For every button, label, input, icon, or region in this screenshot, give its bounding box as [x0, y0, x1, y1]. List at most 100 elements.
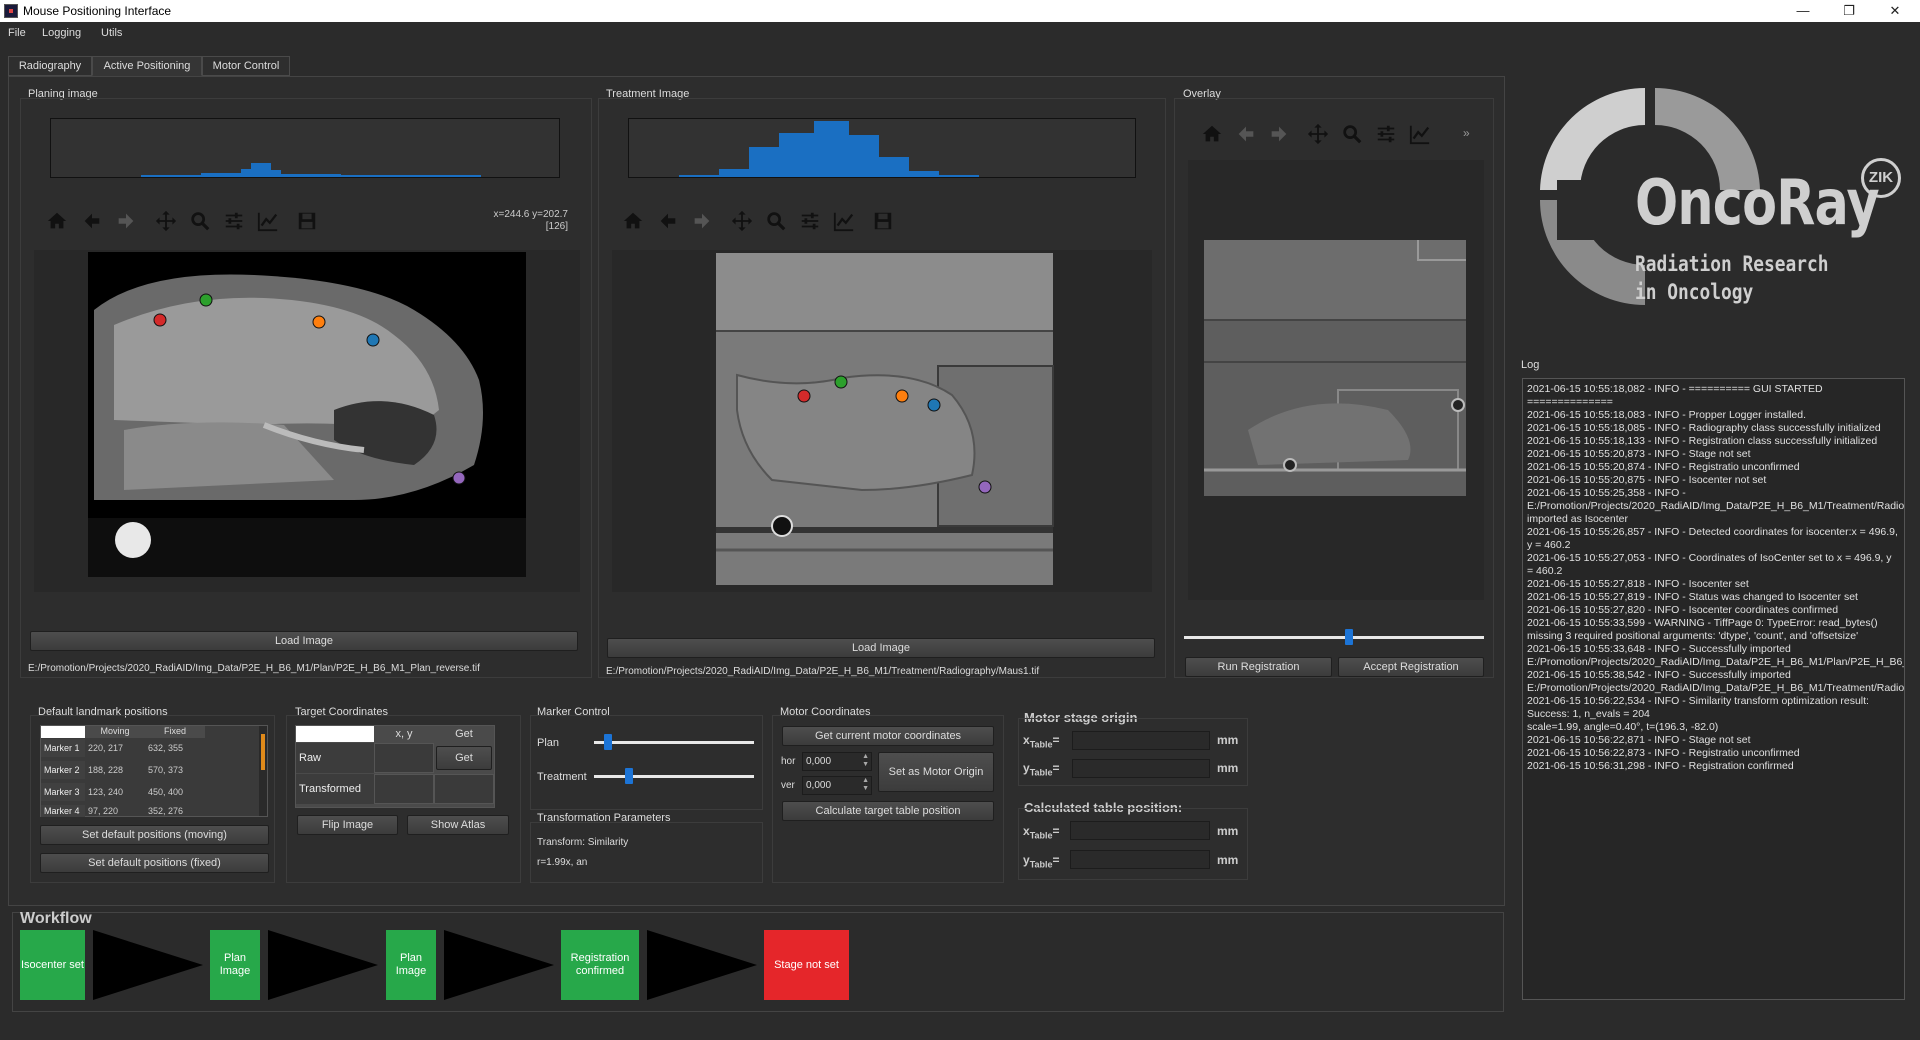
configure-subplots-icon[interactable]: [221, 208, 247, 234]
target-transformed-xy-cell[interactable]: [374, 774, 434, 804]
treatment-load-image-button[interactable]: Load Image: [607, 638, 1155, 658]
calculate-table-position-button[interactable]: Calculate target table position: [782, 801, 994, 821]
planning-load-image-button[interactable]: Load Image: [30, 631, 578, 651]
landmark-fixed-cell[interactable]: 352, 276: [145, 805, 183, 817]
back-icon[interactable]: [655, 208, 681, 234]
pan-icon[interactable]: [153, 208, 179, 234]
treatment-canvas[interactable]: [612, 250, 1152, 592]
overlay-canvas[interactable]: [1188, 160, 1484, 600]
landmark-row-label: Marker 4: [41, 805, 85, 817]
landmark-moving-cell[interactable]: 123, 240: [85, 783, 123, 801]
log-line: 2021-06-15 10:56:22,871 - INFO - Stage n…: [1527, 734, 1751, 746]
landmark-moving-cell[interactable]: 188, 228: [85, 761, 123, 779]
tab-motor-control[interactable]: Motor Control: [202, 56, 290, 76]
target-header-xy: x, y: [374, 726, 434, 742]
log-output[interactable]: 2021-06-15 10:55:18,082 - INFO - =======…: [1522, 378, 1905, 1000]
toolbar-overflow-icon[interactable]: »: [1463, 126, 1470, 140]
zoom-icon[interactable]: [187, 208, 213, 234]
window-titlebar: Mouse Positioning Interface — ❐ ✕: [0, 0, 1920, 22]
back-icon[interactable]: [1233, 121, 1259, 147]
treatment-slider-label: Treatment: [537, 771, 587, 783]
landmark-moving-cell[interactable]: 97, 220: [85, 805, 118, 817]
spin-arrows-icon[interactable]: ▲ ▼: [862, 777, 869, 793]
log-line: 2021-06-15 10:55:27,820 - INFO - Isocent…: [1527, 604, 1839, 616]
minimize-button[interactable]: —: [1780, 0, 1826, 22]
planning-canvas[interactable]: [34, 250, 580, 592]
marker-control-group: [530, 715, 763, 810]
landmark-row-label: Marker 3: [41, 783, 85, 801]
ver-label: ver: [781, 780, 795, 791]
log-line: 2021-06-15 10:55:20,873 - INFO - Stage n…: [1527, 448, 1751, 460]
menu-utils[interactable]: Utils: [101, 27, 122, 39]
y-subscript: Table: [1029, 767, 1053, 778]
forward-icon[interactable]: [113, 208, 139, 234]
target-table[interactable]: x, y Get Raw Get Transformed: [295, 725, 495, 808]
save-icon[interactable]: [870, 208, 896, 234]
overlay-image: [1204, 240, 1466, 496]
flip-image-button[interactable]: Flip Image: [297, 815, 398, 835]
logo-wordmark: OncoRay: [1635, 166, 1880, 239]
stage-origin-y-field[interactable]: [1072, 759, 1210, 778]
plan-marker-slider-handle[interactable]: [604, 734, 613, 750]
show-atlas-button[interactable]: Show Atlas: [407, 815, 509, 835]
target-get-button[interactable]: Get: [436, 746, 492, 770]
landmarks-header-moving: Moving: [85, 726, 145, 738]
pan-icon[interactable]: [729, 208, 755, 234]
landmarks-table[interactable]: Moving Fixed Marker 1 220, 217 632, 355 …: [40, 725, 268, 817]
back-icon[interactable]: [79, 208, 105, 234]
landmark-moving-cell[interactable]: 220, 217: [85, 739, 123, 757]
edit-axis-icon[interactable]: [255, 208, 281, 234]
home-icon[interactable]: [44, 208, 70, 234]
log-label: Log: [1521, 359, 1540, 371]
equals-sign: =: [1052, 761, 1060, 775]
treatment-histogram: [628, 118, 1136, 178]
accept-registration-button[interactable]: Accept Registration: [1338, 657, 1484, 677]
landmarks-scrollbar[interactable]: [259, 726, 267, 816]
edit-axis-icon[interactable]: [1407, 121, 1433, 147]
landmark-fixed-cell[interactable]: 570, 373: [145, 761, 183, 779]
transform-params: r=1.99x, an: [537, 857, 588, 868]
spin-arrows-icon[interactable]: ▲ ▼: [862, 753, 869, 769]
set-default-fixed-button[interactable]: Set default positions (fixed): [40, 853, 269, 873]
maximize-button[interactable]: ❐: [1826, 0, 1872, 22]
configure-subplots-icon[interactable]: [797, 208, 823, 234]
treatment-marker-slider-track[interactable]: [594, 775, 754, 778]
plan-marker-slider-track[interactable]: [594, 741, 754, 744]
y-symbol: y: [1023, 853, 1030, 867]
overlay-blend-slider-handle[interactable]: [1345, 629, 1353, 645]
edit-axis-icon[interactable]: [831, 208, 857, 234]
run-registration-button[interactable]: Run Registration: [1185, 657, 1332, 677]
target-raw-xy-cell[interactable]: [374, 743, 434, 773]
pan-icon[interactable]: [1305, 121, 1331, 147]
log-line: 2021-06-15 10:56:22,873 - INFO - Registr…: [1527, 747, 1800, 759]
stage-origin-x-field[interactable]: [1072, 731, 1210, 750]
zoom-icon[interactable]: [1339, 121, 1365, 147]
set-default-moving-button[interactable]: Set default positions (moving): [40, 825, 269, 845]
landmark-fixed-cell[interactable]: 632, 355: [145, 739, 183, 757]
forward-icon[interactable]: [689, 208, 715, 234]
ver-spinbox[interactable]: 0,000 ▲ ▼: [802, 776, 872, 795]
table-position-x-unit: mm: [1217, 824, 1239, 838]
close-button[interactable]: ✕: [1872, 0, 1918, 22]
equals-sign: =: [1052, 853, 1060, 867]
treatment-marker-slider-handle[interactable]: [625, 768, 634, 784]
transformation-group: [530, 822, 763, 883]
forward-icon[interactable]: [1266, 121, 1292, 147]
tab-active-positioning[interactable]: Active Positioning: [92, 56, 202, 76]
zoom-icon[interactable]: [763, 208, 789, 234]
table-position-x-field[interactable]: [1070, 821, 1210, 840]
tab-radiography[interactable]: Radiography: [8, 56, 92, 76]
menu-logging[interactable]: Logging: [42, 27, 81, 39]
menu-file[interactable]: File: [8, 27, 26, 39]
home-icon[interactable]: [1199, 121, 1225, 147]
save-icon[interactable]: [294, 208, 320, 234]
landmark-fixed-cell[interactable]: 450, 400: [145, 783, 183, 801]
overlay-blend-slider-track[interactable]: [1184, 636, 1484, 639]
app-icon: [4, 4, 18, 18]
configure-subplots-icon[interactable]: [1373, 121, 1399, 147]
set-motor-origin-button[interactable]: Set as Motor Origin: [878, 752, 994, 792]
hor-spinbox[interactable]: 0,000 ▲ ▼: [802, 752, 872, 771]
get-motor-coordinates-button[interactable]: Get current motor coordinates: [782, 726, 994, 746]
table-position-y-field[interactable]: [1070, 850, 1210, 869]
home-icon[interactable]: [620, 208, 646, 234]
